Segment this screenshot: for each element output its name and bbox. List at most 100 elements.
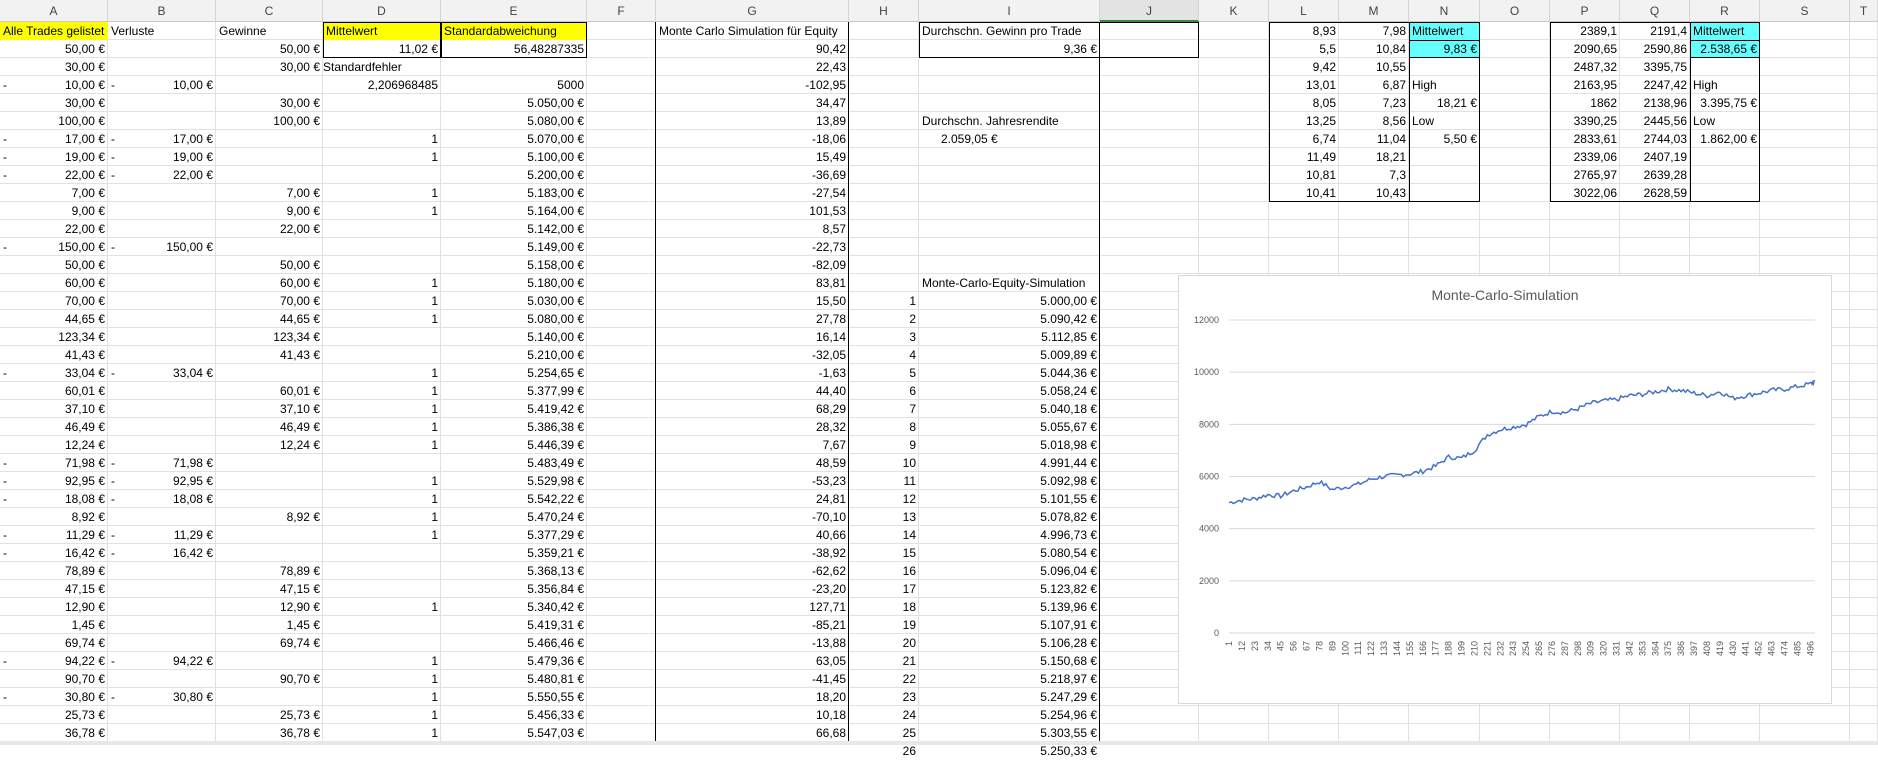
cell-m8[interactable]: 18,21 (1339, 148, 1409, 166)
cell-e36[interactable]: 5.479,36 € (441, 652, 587, 670)
cell-a29[interactable]: 11,29 € (0, 526, 108, 544)
cell-c17[interactable]: 44,65 € (216, 310, 323, 328)
cell-d10[interactable]: 1 (323, 184, 441, 202)
cell-a5[interactable]: 30,00 € (0, 94, 108, 112)
cell-g26[interactable]: -53,23 (656, 472, 849, 490)
cell-b26[interactable]: 92,95 € (108, 472, 216, 490)
cell-c32[interactable]: 47,15 € (216, 580, 323, 598)
cell-c2[interactable]: 50,00 € (216, 40, 323, 58)
cell-g23[interactable]: 28,32 (656, 418, 849, 436)
cell-a37[interactable]: 90,70 € (0, 670, 108, 688)
cell-h29[interactable]: 14 (849, 526, 919, 544)
cell-d23[interactable]: 1 (323, 418, 441, 436)
cell-p5[interactable]: 1862 (1550, 94, 1620, 112)
cell-e21[interactable]: 5.377,99 € (441, 382, 587, 400)
cell-g18[interactable]: 16,14 (656, 328, 849, 346)
cell-i21[interactable]: 5.058,24 € (919, 382, 1100, 400)
cell-a36[interactable]: 94,22 € (0, 652, 108, 670)
avg-yearly-value[interactable]: 2.059,05 € (919, 130, 1100, 148)
cell-i31[interactable]: 5.096,04 € (919, 562, 1100, 580)
cell-d39[interactable]: 1 (323, 706, 441, 724)
cell-h36[interactable]: 21 (849, 652, 919, 670)
cell-c5[interactable]: 30,00 € (216, 94, 323, 112)
cell-g6[interactable]: 13,89 (656, 112, 849, 130)
cell-i17[interactable]: 5.090,42 € (919, 310, 1100, 328)
cell-e11[interactable]: 5.164,00 € (441, 202, 587, 220)
cell-i19[interactable]: 5.009,89 € (919, 346, 1100, 364)
cell-i39[interactable]: 5.254,96 € (919, 706, 1100, 724)
cell-c35[interactable]: 69,74 € (216, 634, 323, 652)
column-header-q[interactable]: Q (1620, 0, 1690, 22)
cell-q1[interactable]: 2191,4 (1620, 22, 1690, 40)
cell-a32[interactable]: 47,15 € (0, 580, 108, 598)
cell-c23[interactable]: 46,49 € (216, 418, 323, 436)
cell-h21[interactable]: 6 (849, 382, 919, 400)
cell-a13[interactable]: 150,00 € (0, 238, 108, 256)
cell-e8[interactable]: 5.100,00 € (441, 148, 587, 166)
cell-d27[interactable]: 1 (323, 490, 441, 508)
cell-e10[interactable]: 5.183,00 € (441, 184, 587, 202)
cell-c12[interactable]: 22,00 € (216, 220, 323, 238)
cell-g13[interactable]: -22,73 (656, 238, 849, 256)
cell-g33[interactable]: 127,71 (656, 598, 849, 616)
cell-q9[interactable]: 2639,28 (1620, 166, 1690, 184)
cell-d37[interactable]: 1 (323, 670, 441, 688)
cell-c28[interactable]: 8,92 € (216, 508, 323, 526)
cell-l2[interactable]: 5,5 (1269, 40, 1339, 58)
cell-h38[interactable]: 23 (849, 688, 919, 706)
cell-g36[interactable]: 63,05 (656, 652, 849, 670)
cell-a18[interactable]: 123,34 € (0, 328, 108, 346)
header-avg-gain[interactable]: Durchschn. Gewinn pro Trade (919, 22, 1199, 40)
cell-e13[interactable]: 5.149,00 € (441, 238, 587, 256)
column-header-l[interactable]: L (1269, 0, 1339, 22)
avg-yearly-label[interactable]: Durchschn. Jahresrendite (919, 112, 1119, 130)
cell-b9[interactable]: 22,00 € (108, 166, 216, 184)
cell-l3[interactable]: 9,42 (1269, 58, 1339, 76)
cell-g20[interactable]: -1,63 (656, 364, 849, 382)
cell-g14[interactable]: -82,09 (656, 256, 849, 274)
cell-i28[interactable]: 5.078,82 € (919, 508, 1100, 526)
cell-a2[interactable]: 50,00 € (0, 40, 108, 58)
cell-m1[interactable]: 7,98 (1339, 22, 1409, 40)
cell-q2[interactable]: 2590,86 (1620, 40, 1690, 58)
cell-d26[interactable]: 1 (323, 472, 441, 490)
cell-a28[interactable]: 8,92 € (0, 508, 108, 526)
cell-d24[interactable]: 1 (323, 436, 441, 454)
cell-b25[interactable]: 71,98 € (108, 454, 216, 472)
column-header-t[interactable]: T (1850, 0, 1878, 22)
cell-a20[interactable]: 33,04 € (0, 364, 108, 382)
cell-m9[interactable]: 7,3 (1339, 166, 1409, 184)
cell-l7[interactable]: 6,74 (1269, 130, 1339, 148)
cell-i36[interactable]: 5.150,68 € (919, 652, 1100, 670)
cell-e40[interactable]: 5.547,03 € (441, 724, 587, 742)
cell-b27[interactable]: 18,08 € (108, 490, 216, 508)
cell-e22[interactable]: 5.419,42 € (441, 400, 587, 418)
horizontal-scrollbar[interactable] (0, 741, 1878, 745)
monte-carlo-chart[interactable]: Monte-Carlo-Simulation 0 2000 4000 6000 8000… (1178, 275, 1832, 704)
cell-g2[interactable]: 90,42 (656, 40, 849, 58)
stddev-value[interactable]: 56,48287335 (441, 40, 587, 58)
cell-c11[interactable]: 9,00 € (216, 202, 323, 220)
std-error-label[interactable]: Standardfehler (320, 58, 520, 76)
cell-h37[interactable]: 22 (849, 670, 919, 688)
cell-b4[interactable]: 10,00 € (108, 76, 216, 94)
cell-a25[interactable]: 71,98 € (0, 454, 108, 472)
cell-i32[interactable]: 5.123,82 € (919, 580, 1100, 598)
cell-c40[interactable]: 36,78 € (216, 724, 323, 742)
cell-b8[interactable]: 19,00 € (108, 148, 216, 166)
cell-d7[interactable]: 1 (323, 130, 441, 148)
cell-r5[interactable]: 3.395,75 € (1690, 94, 1760, 112)
cell-m2[interactable]: 10,84 (1339, 40, 1409, 58)
column-header-k[interactable]: K (1199, 0, 1269, 22)
cell-c6[interactable]: 100,00 € (216, 112, 323, 130)
cell-a16[interactable]: 70,00 € (0, 292, 108, 310)
cell-q10[interactable]: 2628,59 (1620, 184, 1690, 202)
cell-g22[interactable]: 68,29 (656, 400, 849, 418)
cell-e7[interactable]: 5.070,00 € (441, 130, 587, 148)
cell-c37[interactable]: 90,70 € (216, 670, 323, 688)
header-mittelwert[interactable]: Mittelwert (323, 22, 441, 40)
header-verluste[interactable]: Verluste (108, 22, 216, 40)
column-header-b[interactable]: B (108, 0, 216, 22)
cell-h30[interactable]: 15 (849, 544, 919, 562)
cell-q3[interactable]: 3395,75 (1620, 58, 1690, 76)
